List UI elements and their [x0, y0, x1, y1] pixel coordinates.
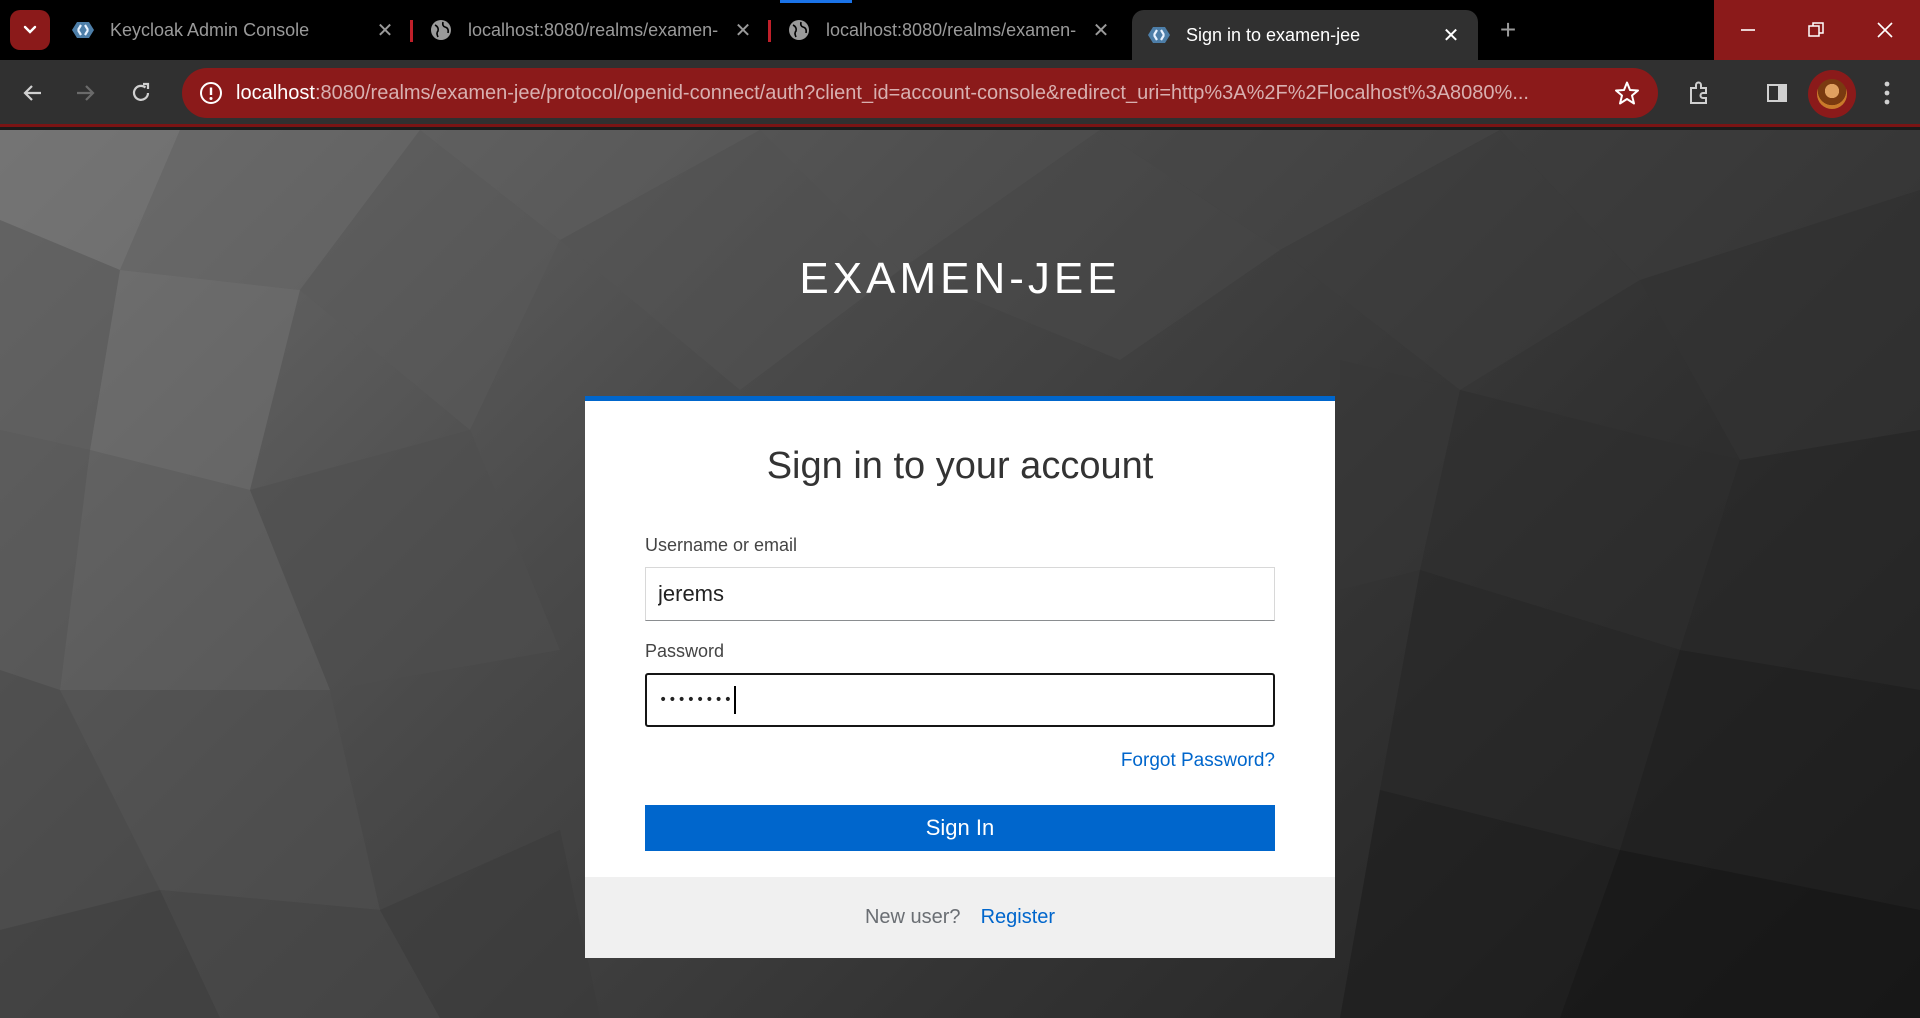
new-tab-button[interactable]: +: [1492, 14, 1524, 46]
chevron-down-icon: [23, 25, 37, 34]
address-url: localhost:8080/realms/examen-jee/protoco…: [236, 82, 1610, 105]
tab-search-button[interactable]: [10, 10, 50, 50]
browser-toolbar: localhost:8080/realms/examen-jee/protoco…: [0, 60, 1920, 127]
forgot-password-link[interactable]: Forgot Password?: [1121, 750, 1275, 772]
avatar-image: [1817, 79, 1847, 109]
registration-footer: New user? Register: [585, 877, 1335, 958]
restore-button[interactable]: [1782, 0, 1850, 60]
profile-avatar[interactable]: [1808, 70, 1856, 118]
reload-button[interactable]: [122, 74, 160, 112]
tab-strip: Keycloak Admin Console ✕ localhost:8080/…: [0, 0, 1920, 60]
reload-icon: [132, 82, 150, 101]
realm-title: EXAMEN-JEE: [799, 254, 1121, 303]
arrow-right-icon: [77, 85, 95, 101]
globe-icon: [786, 17, 812, 43]
close-window-button[interactable]: [1850, 0, 1920, 60]
arrow-left-icon: [23, 85, 41, 101]
keycloak-icon: [70, 17, 96, 43]
close-icon[interactable]: ✕: [1090, 19, 1112, 42]
tab-localhost-2[interactable]: localhost:8080/realms/examen- ✕: [772, 0, 1128, 60]
address-bar[interactable]: localhost:8080/realms/examen-jee/protoco…: [182, 68, 1658, 118]
close-icon: [1877, 22, 1893, 38]
address-host: localhost: [236, 81, 315, 104]
restore-icon: [1808, 22, 1824, 37]
close-icon[interactable]: ✕: [732, 19, 754, 42]
menu-kebab-icon[interactable]: [1870, 76, 1904, 110]
password-value: ••••••••: [659, 692, 734, 708]
text-caret: [734, 686, 737, 714]
close-icon[interactable]: ✕: [1440, 24, 1462, 47]
new-user-text: New user?: [864, 906, 961, 928]
back-button[interactable]: [14, 74, 52, 112]
username-label: Username or email: [645, 535, 798, 555]
register-link[interactable]: Register: [981, 906, 1055, 929]
bookmark-star-icon[interactable]: [1610, 76, 1644, 110]
info-icon[interactable]: [196, 78, 226, 108]
password-label: Password: [645, 641, 725, 661]
sign-in-button[interactable]: Sign In: [645, 805, 1275, 851]
tab-title: localhost:8080/realms/examen-: [826, 19, 1077, 40]
close-icon[interactable]: ✕: [374, 19, 396, 42]
login-page: EXAMEN-JEE Sign in to your account Usern…: [0, 130, 1920, 1018]
tab-title: Sign in to examen-jee: [1186, 24, 1361, 45]
tab-localhost-1[interactable]: localhost:8080/realms/examen- ✕: [414, 0, 770, 60]
tab-separator: [410, 20, 413, 42]
tab-keycloak-admin[interactable]: Keycloak Admin Console ✕: [56, 0, 412, 60]
tab-loading-indicator: [780, 0, 852, 3]
side-panel-icon[interactable]: [1760, 76, 1794, 110]
address-path: :8080/realms/examen-jee/protocol/openid-…: [314, 81, 1529, 104]
globe-icon: [428, 17, 454, 43]
login-heading: Sign in to your account: [766, 445, 1154, 487]
tab-sign-in[interactable]: Sign in to examen-jee ✕: [1132, 10, 1478, 60]
username-field[interactable]: [645, 567, 1275, 621]
password-field[interactable]: ••••••••: [645, 673, 1275, 727]
extensions-icon[interactable]: [1682, 76, 1716, 110]
keycloak-icon: [1146, 22, 1172, 48]
minimize-icon: [1741, 29, 1755, 31]
minimize-button[interactable]: [1714, 0, 1782, 60]
forward-button[interactable]: [66, 74, 104, 112]
tab-title: Keycloak Admin Console: [110, 19, 310, 40]
tab-separator: [768, 20, 771, 42]
login-card: Sign in to your account Username or emai…: [585, 396, 1335, 958]
tab-title: localhost:8080/realms/examen-: [468, 19, 719, 40]
